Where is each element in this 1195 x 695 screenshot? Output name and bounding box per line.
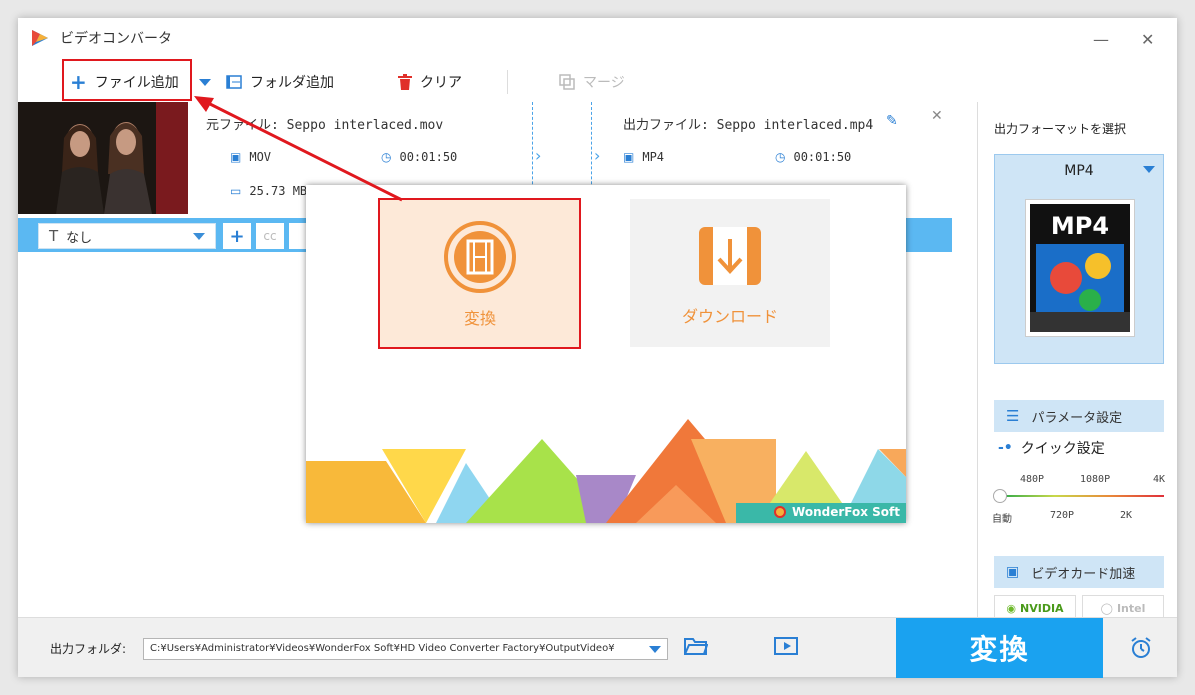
output-format: ▣ MP4 [623, 150, 664, 164]
quick-settings-label: クイック設定 [1020, 441, 1105, 457]
chevron-down-icon [193, 233, 205, 240]
arrow-right-icon: › [594, 146, 601, 165]
app-window: ビデオコンバータ — ✕ + ファイル追加 フォルダ追加 クリア マージ 元ファ… [18, 18, 1177, 678]
add-file-highlight [62, 59, 192, 101]
folder-film-icon [226, 75, 242, 89]
merge-label: マージ [583, 75, 625, 91]
quality-slider-handle[interactable] [993, 489, 1007, 503]
video-file-icon: ▣ [623, 150, 635, 164]
intel-label: Intel [1116, 601, 1146, 615]
subtitle-value: なし [66, 230, 93, 246]
download-mode-card[interactable]: ダウンロード [630, 199, 830, 347]
edit-name-icon[interactable]: ✎ [886, 113, 898, 129]
gpu-acceleration-label: ビデオカード加速 [1031, 566, 1136, 582]
annotation-arrow [194, 96, 403, 202]
thumbnail-image [18, 102, 188, 214]
app-logo-icon [32, 30, 48, 46]
format-art-text: MP4 [1051, 212, 1109, 240]
alarm-clock-icon[interactable] [1129, 636, 1153, 660]
minimize-button[interactable]: — [1093, 30, 1109, 49]
right-panel: 出力フォーマットを選択 MP4 MP4 ☰ パラメータ設定 -• クイック設定 … [977, 102, 1177, 621]
output-folder-path: C:¥Users¥Administrator¥Videos¥WonderFox … [150, 643, 615, 654]
add-file-dropdown-icon[interactable] [199, 79, 211, 86]
gpu-acceleration-button[interactable]: ▣ ビデオカード加速 [994, 556, 1164, 588]
output-format-text: MP4 [642, 150, 665, 164]
subtitle-settings-button[interactable]: cc [256, 223, 284, 249]
convert-button[interactable]: 変換 [896, 618, 1103, 678]
subtitle-select[interactable]: T なし [38, 223, 216, 249]
quick-settings-title: -• クイック設定 [998, 438, 1105, 458]
format-panel-title: 出力フォーマットを選択 [994, 122, 1127, 136]
res-2k: 2K [1120, 510, 1133, 521]
title-bar: ビデオコンバータ — ✕ [18, 18, 1177, 58]
res-480p: 480P [1020, 474, 1045, 485]
output-folder-select[interactable]: C:¥Users¥Administrator¥Videos¥WonderFox … [143, 638, 668, 660]
chip-icon: ▣ [1006, 564, 1020, 580]
arrow-right-icon: › [535, 146, 542, 165]
selected-format: MP4 [1064, 163, 1094, 179]
add-subtitle-button[interactable]: + [223, 223, 251, 249]
output-format-selector[interactable]: MP4 MP4 [994, 154, 1164, 364]
sliders-icon: ☰ [1006, 407, 1020, 425]
quality-slider[interactable] [1000, 495, 1164, 497]
window-title: ビデオコンバータ [60, 31, 172, 47]
chevron-down-icon [1143, 166, 1155, 173]
output-duration-text: 00:01:50 [793, 150, 852, 164]
download-icon [699, 227, 761, 285]
res-1080p: 1080P [1080, 474, 1111, 485]
mp4-format-icon: MP4 [1025, 199, 1135, 337]
source-duration-text: 00:01:50 [399, 150, 458, 164]
download-mode-label: ダウンロード [681, 307, 778, 326]
clear-label: クリア [420, 75, 462, 91]
brand-badge: WonderFox Soft [774, 505, 900, 519]
video-thumbnail[interactable] [18, 102, 188, 214]
nvidia-logo-icon: ◉ [1006, 601, 1017, 615]
clock-icon: ◷ [775, 150, 786, 164]
nvidia-label: NVIDIA [1020, 601, 1064, 615]
merge-button[interactable]: マージ [559, 64, 625, 100]
close-window-button[interactable]: ✕ [1141, 30, 1154, 49]
chevron-down-icon [649, 646, 661, 653]
bottom-bar: 出力フォルダ: C:¥Users¥Administrator¥Videos¥Wo… [18, 617, 1177, 678]
merge-icon [559, 74, 575, 90]
res-auto: 自動 [992, 514, 1012, 525]
toolbar-divider [507, 70, 508, 94]
intel-logo-icon: ◯ [1100, 601, 1113, 615]
wonderfox-logo-icon [774, 506, 787, 518]
plus-icon: + [229, 225, 245, 247]
output-folder-label: 出力フォルダ: [50, 642, 127, 656]
parameter-settings-button[interactable]: ☰ パラメータ設定 [994, 400, 1164, 432]
output-filename-text: 出力ファイル: Seppo interlaced.mp4 [623, 118, 874, 133]
res-720p: 720P [1050, 510, 1075, 521]
parameter-settings-label: パラメータ設定 [1031, 410, 1123, 426]
cc-icon: cc [263, 229, 277, 243]
open-folder-icon[interactable] [684, 636, 708, 656]
convert-card-highlight [378, 198, 581, 349]
text-icon: T [49, 227, 59, 245]
video-folder-icon[interactable] [774, 636, 798, 656]
add-folder-label: フォルダ追加 [250, 75, 334, 91]
trash-icon [398, 74, 412, 90]
output-filename: 出力ファイル: Seppo interlaced.mp4 [623, 114, 873, 133]
slider-icon: -• [998, 440, 1013, 456]
output-duration: ◷ 00:01:50 [775, 150, 851, 164]
remove-file-button[interactable]: ✕ [931, 108, 943, 124]
res-4k: 4K [1153, 474, 1166, 485]
brand-label: WonderFox Soft [792, 505, 900, 519]
